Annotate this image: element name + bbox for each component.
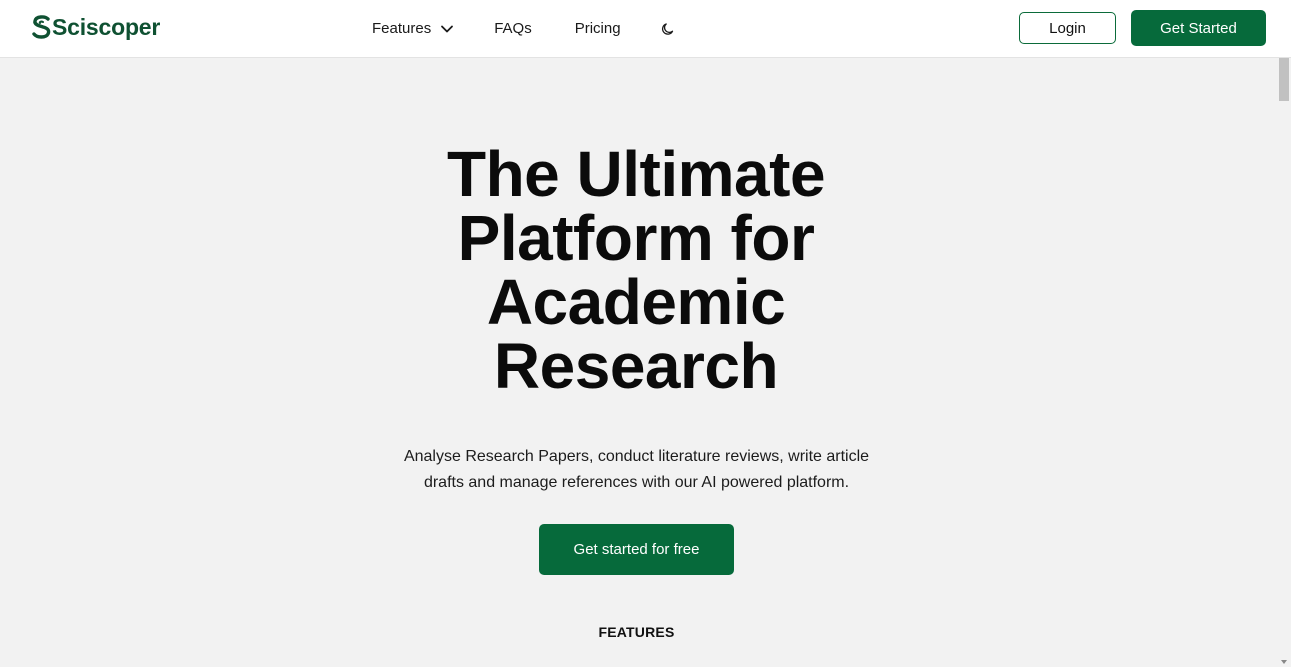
- chevron-down-icon: [441, 25, 454, 32]
- main-nav: Features FAQs Pricing: [372, 0, 676, 57]
- hero-title-line: Academic: [486, 266, 786, 338]
- moon-icon: [661, 22, 673, 35]
- page-scrollbar[interactable]: [1277, 58, 1291, 667]
- hero-subtitle-line: Analyse Research Papers, conduct literat…: [403, 448, 870, 465]
- hero-subtitle-line: drafts and manage references with our AI…: [423, 474, 850, 491]
- nav-pricing[interactable]: Pricing: [575, 20, 621, 37]
- hero-title: The Ultimate Platform for Academic Resea…: [386, 142, 886, 398]
- nav-faqs[interactable]: FAQs: [494, 20, 532, 37]
- nav-faqs-label: FAQs: [494, 20, 532, 37]
- hero-title-line: Research: [493, 330, 779, 402]
- nav-features[interactable]: Features: [372, 20, 454, 37]
- hero-title-line: The Ultimate: [446, 138, 826, 210]
- get-started-free-button[interactable]: Get started for free: [539, 524, 734, 575]
- sciscoper-logo-icon: [32, 15, 51, 39]
- features-section-label: FEATURES: [598, 624, 675, 640]
- top-navbar: Sciscoper Features FAQs Pricing Login Ge…: [0, 0, 1291, 58]
- nav-pricing-label: Pricing: [574, 20, 621, 37]
- hero-title-line: Platform for: [457, 202, 815, 274]
- get-started-button[interactable]: Get Started: [1131, 10, 1266, 46]
- login-button[interactable]: Login: [1019, 12, 1116, 44]
- scroll-down-arrow-icon[interactable]: [1281, 660, 1287, 664]
- logo-text: Sciscoper: [52, 13, 161, 40]
- logo[interactable]: Sciscoper: [31, 12, 160, 42]
- theme-toggle-button[interactable]: [660, 21, 676, 37]
- scrollbar-thumb[interactable]: [1279, 58, 1289, 101]
- hero-subtitle: Analyse Research Papers, conduct literat…: [370, 444, 903, 496]
- nav-features-label: Features: [372, 20, 432, 37]
